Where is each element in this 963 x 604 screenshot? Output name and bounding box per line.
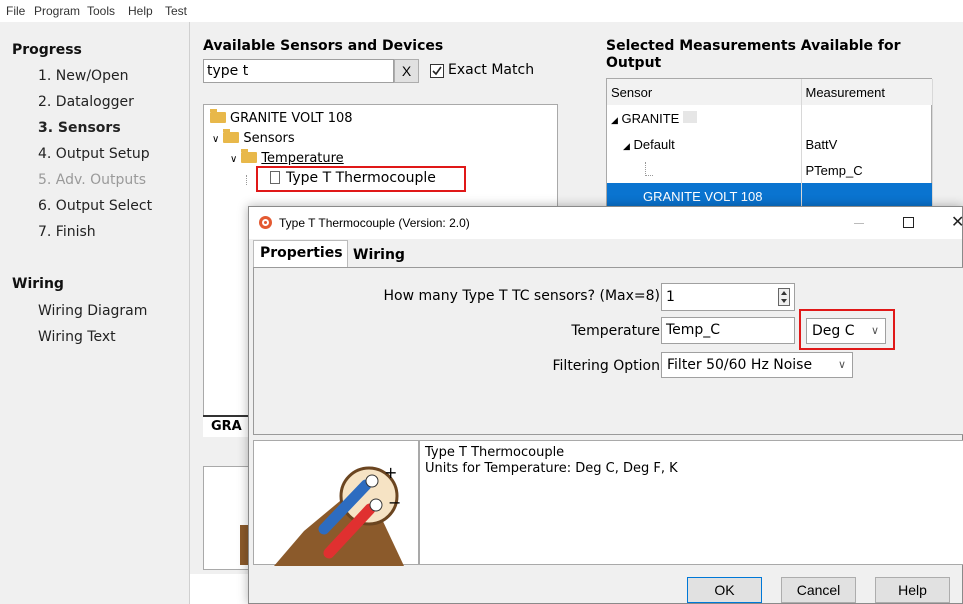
wiring-diagram-link[interactable]: Wiring Diagram	[38, 303, 147, 319]
minimize-icon[interactable]	[854, 223, 864, 224]
bottom-tab-partial[interactable]: GRA	[203, 415, 249, 437]
tree-node-type-t-thermocouple[interactable]: Type T Thermocouple	[256, 166, 466, 192]
temperature-label: Temperature	[571, 323, 660, 339]
step-output-select[interactable]: 6. Output Select	[38, 198, 152, 214]
col-sensor-header[interactable]: Sensor	[607, 79, 802, 105]
sensor-count-label: How many Type T TC sensors? (Max=8)	[383, 288, 660, 304]
plus-symbol: +	[384, 463, 397, 482]
sensor-description: Type T Thermocouple Units for Temperatur…	[419, 440, 963, 565]
step-new-open[interactable]: 1. New/Open	[38, 68, 128, 84]
properties-pane: How many Type T TC sensors? (Max=8) 1 Te…	[253, 267, 963, 435]
step-datalogger[interactable]: 2. Datalogger	[38, 94, 134, 110]
menu-test[interactable]: Test	[165, 4, 187, 18]
step-adv-outputs: 5. Adv. Outputs	[38, 172, 147, 188]
maximize-icon[interactable]	[903, 217, 914, 228]
folder-icon	[210, 109, 226, 123]
dialog-title: Type T Thermocouple (Version: 2.0)	[279, 216, 470, 230]
minus-symbol: −	[388, 493, 401, 512]
help-button[interactable]: Help	[875, 577, 950, 603]
thermocouple-icon: + −	[274, 463, 404, 566]
clear-search-button[interactable]: X	[394, 59, 419, 83]
folder-open-icon	[223, 129, 240, 143]
progress-title: Progress	[12, 42, 82, 58]
sensor-count-stepper[interactable]: 1	[661, 283, 795, 311]
measurements-table[interactable]: Sensor Measurement ◢ GRANITE ◢ Default B…	[606, 78, 933, 209]
wiring-text-link[interactable]: Wiring Text	[38, 329, 116, 345]
chevron-down-icon[interactable]: ∨	[212, 134, 219, 145]
sensor-image: + −	[253, 440, 419, 566]
exact-match-label: Exact Match	[448, 62, 535, 78]
chevron-down-icon[interactable]: ∨	[230, 154, 237, 165]
menu-help[interactable]: Help	[128, 4, 153, 18]
menu-file[interactable]: File	[6, 4, 25, 18]
bottom-preview-area	[203, 466, 250, 570]
tree-connector	[645, 161, 653, 176]
menu-tools[interactable]: Tools	[87, 4, 115, 18]
step-sensors[interactable]: 3. Sensors	[38, 120, 121, 136]
wiring-title: Wiring	[12, 276, 64, 292]
document-icon	[270, 171, 280, 184]
table-row[interactable]: ◢ Default BattV	[607, 131, 933, 157]
close-icon[interactable]: ✕	[951, 212, 963, 231]
exact-match-checkbox[interactable]	[430, 64, 444, 78]
temperature-units-select[interactable]: Deg C ∨	[806, 318, 886, 344]
menu-bar: File Program Tools Help Test	[0, 0, 963, 22]
selected-measurements-title: Selected Measurements Available for Outp…	[606, 38, 901, 71]
tree-node-root[interactable]: GRANITE VOLT 108	[210, 109, 353, 126]
tab-properties[interactable]: Properties	[253, 240, 348, 267]
app-logo-icon	[259, 216, 272, 229]
col-measurement-header[interactable]: Measurement	[801, 79, 933, 105]
tree-node-sensors[interactable]: ∨ Sensors	[212, 129, 295, 146]
collapse-triangle-icon[interactable]: ◢	[623, 141, 630, 151]
folder-open-icon	[241, 149, 258, 163]
cancel-button[interactable]: Cancel	[781, 577, 856, 603]
step-output-setup[interactable]: 4. Output Setup	[38, 146, 150, 162]
sensor-search-input[interactable]: type t	[203, 59, 394, 83]
redacted-block	[682, 110, 697, 123]
check-icon	[432, 66, 442, 76]
chevron-down-icon: ∨	[870, 324, 879, 337]
filtering-option-select[interactable]: Filter 50/60 Hz Noise ∨	[661, 352, 853, 378]
collapse-triangle-icon[interactable]: ◢	[611, 115, 618, 125]
tab-wiring[interactable]: Wiring	[349, 244, 407, 267]
filtering-option-label: Filtering Option	[552, 358, 661, 374]
available-sensors-title: Available Sensors and Devices	[203, 38, 444, 54]
stepper-arrows-icon[interactable]	[778, 288, 790, 306]
sensor-dialog: Type T Thermocouple (Version: 2.0) ✕ Pro…	[248, 206, 963, 604]
tree-connector	[246, 175, 247, 185]
dialog-titlebar[interactable]: Type T Thermocouple (Version: 2.0) ✕	[249, 207, 963, 239]
temperature-name-input[interactable]: Temp_C	[661, 317, 795, 344]
table-row[interactable]: ◢ GRANITE	[607, 105, 933, 131]
menu-program[interactable]: Program	[34, 4, 80, 18]
chevron-down-icon: ∨	[837, 358, 846, 371]
progress-panel: Progress 1. New/Open 2. Datalogger 3. Se…	[0, 22, 190, 604]
ok-button[interactable]: OK	[687, 577, 762, 603]
table-row[interactable]: PTemp_C	[607, 157, 933, 183]
step-finish[interactable]: 7. Finish	[38, 224, 96, 240]
tree-node-temperature[interactable]: ∨ Temperature	[230, 149, 344, 166]
